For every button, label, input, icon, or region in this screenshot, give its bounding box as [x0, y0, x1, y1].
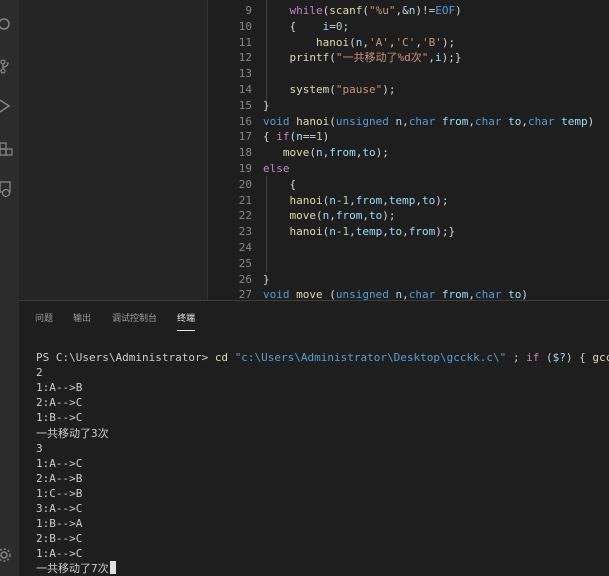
terminal-output-line: 1:B-->C	[36, 411, 83, 425]
code-text: { i=0;	[263, 19, 350, 33]
code-line[interactable]: 10 { i=0;	[208, 19, 608, 35]
terminal-output-line: 1:B-->A	[36, 517, 83, 531]
line-number: 10	[238, 19, 252, 33]
line-number: 26	[238, 272, 252, 286]
line-number: 20	[238, 177, 252, 191]
activity-bar	[0, 0, 19, 576]
line-number: 27	[238, 288, 252, 300]
editor-area: 9 while(scanf("%u",&n)!=EOF) 10 { i=0; 11 …	[19, 0, 609, 300]
code-line[interactable]: 27 void move (unsigned n,char from,char t…	[208, 287, 608, 300]
code-line[interactable]: 9 while(scanf("%u",&n)!=EOF)	[208, 3, 608, 19]
code-line[interactable]: 18 move(n,from,to);	[208, 145, 608, 161]
code-line[interactable]: 16 void hanoi(unsigned n,char from,char t…	[208, 114, 608, 130]
code-line[interactable]: 22 move(n,from,to);	[208, 208, 608, 224]
terminal-output-line: 2:A-->B	[36, 471, 83, 485]
code-text: printf("一共移动了%d次",i);}	[289, 51, 462, 65]
code-line[interactable]: 11 hanoi(n,'A','C','B');	[208, 35, 608, 51]
terminal-output-line: 1:A-->B	[36, 381, 83, 395]
line-number: 18	[238, 146, 252, 160]
code-text: hanoi(n-1,temp,to,from);}	[289, 225, 456, 239]
terminal-output[interactable]: PS C:\Users\Administrator> cd "c:\Users\…	[36, 349, 609, 576]
line-number: 24	[238, 241, 252, 254]
terminal-output-line: 一共移动了3次	[36, 426, 109, 440]
terminal-output-line: 2:B-->C	[36, 532, 83, 546]
code-line[interactable]: 13	[208, 66, 608, 82]
code-line[interactable]: 17 { if(n==1)	[208, 129, 608, 145]
code-text: else	[263, 162, 290, 175]
code-line[interactable]: 24	[208, 240, 608, 256]
code-text: {	[263, 177, 297, 191]
terminal-output-line: 2:A-->C	[36, 396, 83, 410]
line-number: 16	[238, 114, 252, 128]
line-number: 22	[238, 209, 252, 223]
panel-tabs: 问题 输出 调试控制台 终端	[19, 309, 609, 331]
tab-output[interactable]: 输出	[73, 309, 91, 331]
code-text: void hanoi(unsigned n,char from,char to,…	[263, 114, 595, 128]
code-text: }	[263, 98, 270, 112]
tab-problems[interactable]: 问题	[35, 309, 53, 331]
terminal-output-line: 3:A-->C	[36, 502, 83, 515]
code-text: }	[263, 272, 270, 286]
line-number: 14	[238, 83, 252, 96]
terminal-cursor	[109, 561, 116, 575]
terminal-command-line: PS C:\Users\Administrator> cd "c:\Users\…	[36, 351, 609, 364]
terminal-output-line: 3	[36, 441, 43, 455]
line-number: 19	[238, 162, 252, 175]
tab-debug-console[interactable]: 调试控制台	[112, 309, 157, 331]
line-number: 17	[238, 130, 252, 144]
extensions-icon[interactable]	[0, 136, 19, 160]
terminal-output-line: 2	[36, 366, 43, 380]
code-line[interactable]: 23 hanoi(n-1,temp,to,from);}	[208, 224, 608, 240]
code-text: void move (unsigned n,char from,char to)	[263, 288, 528, 300]
code-text: move(n,from,to);	[289, 209, 396, 223]
search-icon[interactable]	[0, 12, 19, 36]
terminal-output-line: 一共移动了7次	[36, 561, 116, 576]
code-line[interactable]: 26}	[208, 272, 608, 288]
line-number: 11	[238, 35, 252, 49]
code-line[interactable]: 20 {	[208, 177, 608, 193]
line-number: 15	[238, 98, 252, 112]
code-text: hanoi(n-1,from,temp,to);	[289, 193, 449, 207]
code-line[interactable]: 19 else	[208, 161, 608, 177]
code-editor[interactable]: 9 while(scanf("%u",&n)!=EOF) 10 { i=0; 11 …	[208, 0, 609, 300]
code-text: while(scanf("%u",&n)!=EOF)	[289, 4, 462, 17]
settings-gear-icon[interactable]	[0, 543, 19, 567]
line-number: 12	[238, 51, 252, 65]
line-number: 23	[238, 225, 252, 239]
code-line[interactable]: 21 hanoi(n-1,from,temp,to);	[208, 193, 608, 209]
bottom-panel: 问题 输出 调试控制台 终端 PS C:\Users\Administrator…	[19, 300, 609, 576]
source-control-icon[interactable]	[0, 54, 19, 78]
remote-explorer-icon[interactable]	[0, 177, 19, 201]
code-line[interactable]: 25	[208, 256, 608, 272]
code-text: system("pause");	[289, 83, 396, 96]
code-line[interactable]: 15}	[208, 98, 608, 114]
line-number: 21	[238, 193, 252, 207]
terminal-output-line: 1:C-->B	[36, 486, 83, 500]
tab-terminal[interactable]: 终端	[177, 309, 196, 331]
code-text: move(n,from,to);	[282, 146, 389, 160]
code-line[interactable]: 12 printf("一共移动了%d次",i);}	[208, 50, 608, 66]
code-text: { if(n==1)	[263, 130, 330, 144]
terminal-output-line: 1:A-->C	[36, 547, 83, 561]
terminal-output-line: 1:A-->C	[36, 456, 83, 470]
line-number: 9	[245, 4, 252, 17]
side-panel	[19, 0, 207, 300]
run-debug-icon[interactable]	[0, 94, 19, 118]
code-text: hanoi(n,'A','C','B');	[315, 35, 456, 49]
code-line[interactable]: 14 system("pause");	[208, 82, 608, 98]
line-number: 25	[238, 256, 252, 270]
line-number: 13	[238, 67, 252, 81]
